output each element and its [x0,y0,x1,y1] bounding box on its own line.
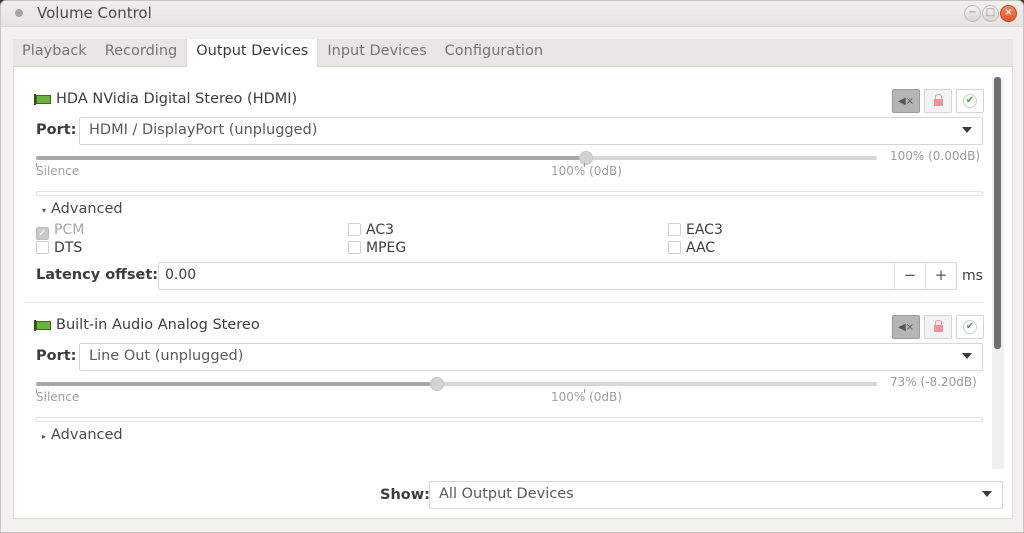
codec-eac3[interactable]: EAC3 [668,222,723,239]
base-volume-label: 100% (0dB) [551,390,622,404]
latency-offset-label: Latency offset: [36,267,159,283]
checkbox-icon [668,241,681,254]
advanced-label: Advanced [51,427,123,443]
set-default-button[interactable]: ✔ [956,315,984,339]
checkmark-icon: ✔ [963,94,977,108]
sound-card-icon [34,320,51,331]
port-label: Port: [36,348,77,364]
advanced-expander[interactable]: ▸ Advanced [24,422,984,448]
port-label: Port: [36,122,77,138]
expander-closed-icon: ▸ [42,432,47,441]
mute-button[interactable]: ◀× [892,89,920,113]
expander-open-icon: ▾ [42,206,47,215]
volume-slider-knob[interactable] [430,377,445,391]
mute-button[interactable]: ◀× [892,315,920,339]
codec-ac3[interactable]: AC3 [348,222,394,239]
tab-bar: Playback Recording Output Devices Input … [13,39,1013,68]
port-dropdown[interactable]: HDMI / DisplayPort (unplugged) [79,117,983,145]
checkbox-checked-icon: ✓ [36,227,49,240]
latency-offset-row: Latency offset: 0.00 − + ms [24,262,984,292]
volume-slider[interactable] [36,377,877,391]
codec-checkboxes: ✓ PCM AC3 EAC3 DTS MPEG AAC [24,222,984,260]
lock-channels-button[interactable] [924,315,952,339]
checkbox-icon [36,241,49,254]
checkmark-icon: ✔ [963,320,977,334]
latency-offset-spinner[interactable]: 0.00 − + [158,262,957,290]
volume-slider-row: Silence 100% (0dB) 100% (0.00dB) [24,147,984,191]
app-icon [15,9,23,17]
port-value: Line Out (unplugged) [89,348,244,364]
device-name: HDA NVidia Digital Stereo (HDMI) [56,91,298,107]
tab-input-devices[interactable]: Input Devices [318,39,435,67]
tab-output-devices[interactable]: Output Devices [186,39,319,68]
volume-value: 73% (-8.20dB) [890,375,977,389]
volume-slider-fill [36,382,438,386]
maximize-button[interactable]: □ [982,5,999,22]
codec-dts[interactable]: DTS [36,240,82,257]
tab-configuration[interactable]: Configuration [436,39,552,67]
tab-playback[interactable]: Playback [13,39,96,67]
chevron-down-icon [962,127,972,133]
codec-mpeg[interactable]: MPEG [348,240,406,257]
scrollbar-thumb[interactable] [994,77,1001,349]
decrement-button[interactable]: − [894,263,925,289]
lock-channels-button[interactable] [924,89,952,113]
advanced-label: Advanced [51,201,123,217]
show-label: Show: [380,487,430,503]
device-name: Built-in Audio Analog Stereo [56,317,260,333]
volume-slider-knob[interactable] [578,151,593,165]
mute-icon: ◀× [897,321,915,333]
chevron-down-icon [962,353,972,359]
device-list: HDA NVidia Digital Stereo (HDMI) ◀× ✔ Po… [24,77,994,475]
device-analog: Built-in Audio Analog Stereo ◀× ✔ Port: … [24,303,984,448]
volume-value: 100% (0.00dB) [890,149,981,163]
close-button[interactable]: × [1000,5,1017,22]
checkbox-icon [348,223,361,236]
set-default-button[interactable]: ✔ [956,89,984,113]
volume-slider-fill [36,156,586,160]
base-volume-label: 100% (0dB) [551,164,622,178]
sound-card-icon [34,94,51,105]
window-controls: − □ × [964,5,1017,22]
show-value: All Output Devices [439,486,574,502]
port-dropdown[interactable]: Line Out (unplugged) [79,343,983,371]
silence-label: Silence [36,164,80,178]
device-hdmi: HDA NVidia Digital Stereo (HDMI) ◀× ✔ Po… [24,77,984,303]
minimize-button[interactable]: − [964,5,981,22]
latency-unit: ms [962,268,983,284]
volume-slider[interactable] [36,151,877,165]
checkbox-icon [668,223,681,236]
chevron-down-icon [982,491,992,497]
volume-slider-row: Silence 100% (0dB) 73% (-8.20dB) [24,373,984,417]
show-filter-row: Show: All Output Devices [14,481,1014,511]
codec-pcm[interactable]: ✓ PCM [36,222,84,240]
checkbox-icon [348,241,361,254]
volume-control-window: Volume Control − □ × Playback Recording … [0,0,1024,533]
lock-icon [933,320,943,332]
lock-icon [933,94,943,106]
vertical-scrollbar[interactable] [992,77,1004,469]
codec-aac[interactable]: AAC [668,240,715,257]
tab-recording[interactable]: Recording [96,39,187,67]
output-devices-panel: HDA NVidia Digital Stereo (HDMI) ◀× ✔ Po… [13,67,1013,519]
mute-icon: ◀× [897,95,915,107]
increment-button[interactable]: + [925,263,956,289]
window-title: Volume Control [37,4,152,22]
title-bar[interactable]: Volume Control − □ × [1,1,1023,27]
port-value: HDMI / DisplayPort (unplugged) [89,122,318,138]
advanced-expander[interactable]: ▾ Advanced [24,196,984,222]
show-dropdown[interactable]: All Output Devices [429,481,1003,509]
latency-offset-input[interactable]: 0.00 [165,267,196,283]
silence-label: Silence [36,390,80,404]
